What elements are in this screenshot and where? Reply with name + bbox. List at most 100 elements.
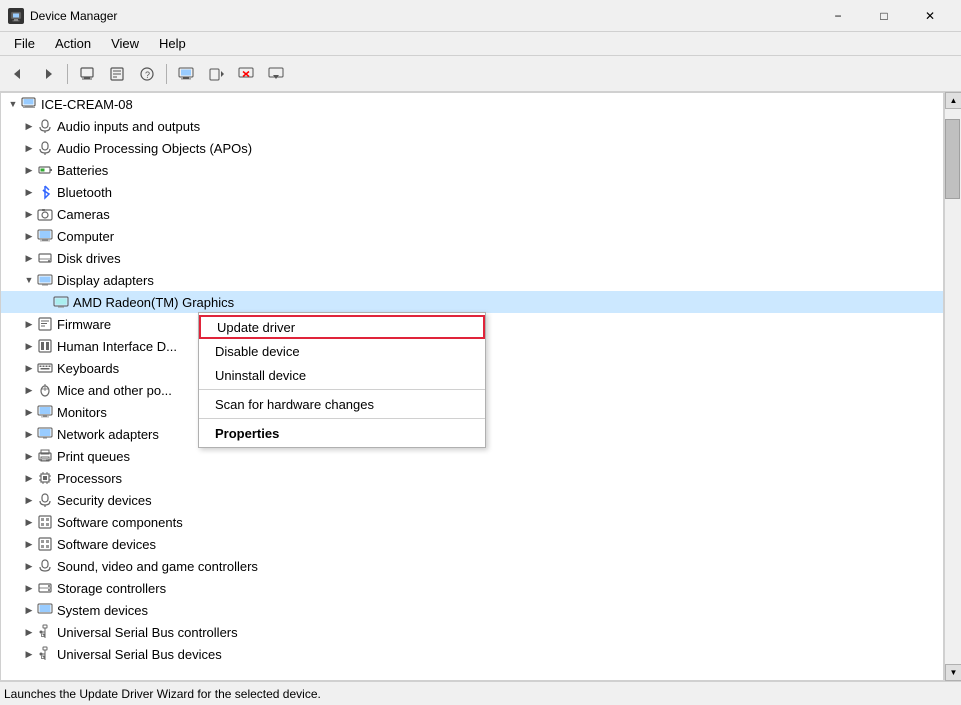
menu-help[interactable]: Help <box>149 34 196 53</box>
root-icon <box>21 96 37 112</box>
expand-system[interactable]: ▶ <box>21 602 37 618</box>
mice-label: Mice and other po... <box>57 383 172 398</box>
expand-root[interactable]: ▼ <box>5 96 21 112</box>
expand-security[interactable]: ▶ <box>21 492 37 508</box>
software-devices-label: Software devices <box>57 537 156 552</box>
expand-keyboards[interactable]: ▶ <box>21 360 37 376</box>
vertical-scrollbar[interactable]: ▲ ▼ <box>944 92 961 681</box>
amd-radeon-icon <box>53 294 69 310</box>
tree-batteries[interactable]: ▶ Batteries <box>1 159 943 181</box>
expand-processors[interactable]: ▶ <box>21 470 37 486</box>
bluetooth-icon <box>37 184 53 200</box>
context-menu-update-driver[interactable]: Update driver <box>199 315 485 339</box>
tree-root[interactable]: ▼ ICE-CREAM-08 <box>1 93 943 115</box>
scroll-track[interactable] <box>945 109 961 664</box>
menu-action[interactable]: Action <box>45 34 101 53</box>
maximize-button[interactable]: □ <box>861 0 907 32</box>
network-label: Network adapters <box>57 427 159 442</box>
tree-storage[interactable]: ▶ Storage controllers <box>1 577 943 599</box>
processors-label: Processors <box>57 471 122 486</box>
help-button[interactable]: ? <box>133 60 161 88</box>
tree-display-adapters[interactable]: ▼ Display adapters <box>1 269 943 291</box>
status-bar: Launches the Update Driver Wizard for th… <box>0 681 961 705</box>
expand-audio-processing[interactable]: ▶ <box>21 140 37 156</box>
status-text: Launches the Update Driver Wizard for th… <box>4 687 321 701</box>
forward-button[interactable] <box>34 60 62 88</box>
print-queues-label: Print queues <box>57 449 130 464</box>
cameras-icon <box>37 206 53 222</box>
context-menu-disable-device[interactable]: Disable device <box>199 339 485 363</box>
expand-firmware[interactable]: ▶ <box>21 316 37 332</box>
expand-disk-drives[interactable]: ▶ <box>21 250 37 266</box>
update-button[interactable] <box>262 60 290 88</box>
expand-network[interactable]: ▶ <box>21 426 37 442</box>
scroll-down-button[interactable]: ▼ <box>945 664 961 681</box>
computer-icon <box>37 228 53 244</box>
expand-mice[interactable]: ▶ <box>21 382 37 398</box>
tree-cameras[interactable]: ▶ Cameras <box>1 203 943 225</box>
toolbar: ? <box>0 56 961 92</box>
app-icon <box>8 8 24 24</box>
system-icon <box>37 602 53 618</box>
expand-display-adapters[interactable]: ▼ <box>21 272 37 288</box>
tree-processors[interactable]: ▶ Processors <box>1 467 943 489</box>
menu-view[interactable]: View <box>101 34 149 53</box>
tree-audio-processing[interactable]: ▶ Audio Processing Objects (APOs) <box>1 137 943 159</box>
tree-computer[interactable]: ▶ Computer <box>1 225 943 247</box>
scroll-thumb[interactable] <box>945 119 960 199</box>
tree-amd-radeon[interactable]: AMD Radeon(TM) Graphics <box>1 291 943 313</box>
storage-icon <box>37 580 53 596</box>
expand-computer[interactable]: ▶ <box>21 228 37 244</box>
print-queues-icon <box>37 448 53 464</box>
expand-monitors[interactable]: ▶ <box>21 404 37 420</box>
close-button[interactable]: ✕ <box>907 0 953 32</box>
usb-controllers-icon <box>37 624 53 640</box>
scan-button[interactable] <box>202 60 230 88</box>
context-menu-uninstall-device[interactable]: Uninstall device <box>199 363 485 387</box>
expand-storage[interactable]: ▶ <box>21 580 37 596</box>
hid-label: Human Interface D... <box>57 339 177 354</box>
tree-disk-drives[interactable]: ▶ Disk drives <box>1 247 943 269</box>
show-hidden-button[interactable] <box>73 60 101 88</box>
expand-hid[interactable]: ▶ <box>21 338 37 354</box>
tree-security[interactable]: ▶ Security devices <box>1 489 943 511</box>
amd-radeon-label: AMD Radeon(TM) Graphics <box>73 295 234 310</box>
expand-batteries[interactable]: ▶ <box>21 162 37 178</box>
expand-cameras[interactable]: ▶ <box>21 206 37 222</box>
expand-audio-inputs[interactable]: ▶ <box>21 118 37 134</box>
back-button[interactable] <box>4 60 32 88</box>
tree-software-components[interactable]: ▶ Software components <box>1 511 943 533</box>
context-menu-sep-2 <box>199 418 485 419</box>
properties-button[interactable] <box>103 60 131 88</box>
tree-audio-inputs[interactable]: ▶ Audio inputs and outputs <box>1 115 943 137</box>
software-devices-icon <box>37 536 53 552</box>
sound-icon <box>37 558 53 574</box>
audio-inputs-label: Audio inputs and outputs <box>57 119 200 134</box>
tree-usb-controllers[interactable]: ▶ Universal Serial Bus controllers <box>1 621 943 643</box>
scroll-up-button[interactable]: ▲ <box>945 92 961 109</box>
expand-usb-devices[interactable]: ▶ <box>21 646 37 662</box>
expand-software-devices[interactable]: ▶ <box>21 536 37 552</box>
display-adapters-label: Display adapters <box>57 273 154 288</box>
expand-usb-controllers[interactable]: ▶ <box>21 624 37 640</box>
remove-button[interactable] <box>232 60 260 88</box>
usb-controllers-label: Universal Serial Bus controllers <box>57 625 238 640</box>
audio-processing-icon <box>37 140 53 156</box>
context-menu-properties[interactable]: Properties <box>199 421 485 445</box>
expand-bluetooth[interactable]: ▶ <box>21 184 37 200</box>
tree-bluetooth[interactable]: ▶ Bluetooth <box>1 181 943 203</box>
tree-usb-devices[interactable]: ▶ Universal Serial Bus devices <box>1 643 943 665</box>
expand-sound[interactable]: ▶ <box>21 558 37 574</box>
computer-button[interactable] <box>172 60 200 88</box>
disk-drives-icon <box>37 250 53 266</box>
expand-software-components[interactable]: ▶ <box>21 514 37 530</box>
minimize-button[interactable]: − <box>815 0 861 32</box>
tree-software-devices[interactable]: ▶ Software devices <box>1 533 943 555</box>
tree-print-queues[interactable]: ▶ Print queues <box>1 445 943 467</box>
tree-system[interactable]: ▶ System devices <box>1 599 943 621</box>
menu-file[interactable]: File <box>4 34 45 53</box>
audio-inputs-icon <box>37 118 53 134</box>
expand-print-queues[interactable]: ▶ <box>21 448 37 464</box>
tree-sound[interactable]: ▶ Sound, video and game controllers <box>1 555 943 577</box>
context-menu-scan-hardware[interactable]: Scan for hardware changes <box>199 392 485 416</box>
